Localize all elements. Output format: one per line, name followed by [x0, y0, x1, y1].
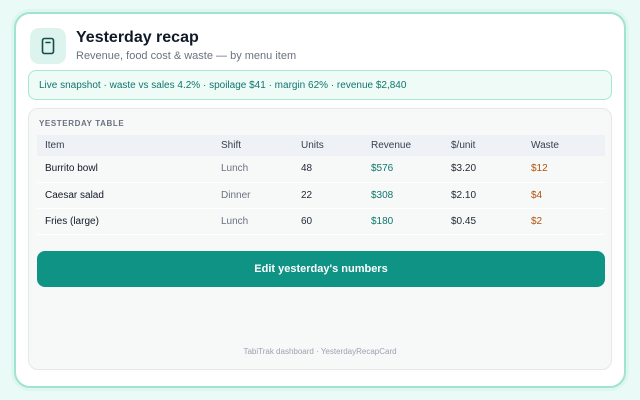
table-label: YESTERDAY TABLE — [39, 119, 125, 128]
cell-item: Caesar salad — [37, 182, 213, 209]
cell-revenue: $576 — [363, 156, 443, 183]
snapshot-text: Live snapshot · waste vs sales 4.2% · sp… — [39, 79, 407, 91]
column-header-units: Units — [301, 140, 324, 151]
column-header-item: Item — [45, 140, 65, 151]
cell-revenue: $308 — [363, 182, 443, 209]
column-header-per-unit: $/unit — [451, 140, 476, 151]
table-row[interactable]: Burrito bowl Lunch 48 $576 $3.20 $12 — [37, 156, 605, 183]
table-header-row: Item Shift Units Revenue $/unit Waste — [37, 135, 605, 156]
footer-caption: TabiTrak dashboard · YesterdayRecapCard — [243, 347, 397, 356]
yesterday-table-panel: YESTERDAY TABLE Item Shift Units Revenue… — [28, 108, 612, 370]
column-header-revenue: Revenue — [371, 140, 412, 151]
recap-table: Item Shift Units Revenue $/unit Waste Bu… — [37, 135, 605, 235]
column-header-shift: Shift — [221, 140, 242, 151]
edit-numbers-button[interactable]: Edit yesterday's numbers — [37, 251, 605, 287]
cell-item: Fries (large) — [37, 208, 213, 235]
cell-units: 60 — [293, 208, 363, 235]
card-header: Yesterday recap Revenue, food cost & was… — [30, 26, 296, 66]
cell-item: Burrito bowl — [37, 156, 213, 183]
cell-shift: Dinner — [213, 182, 293, 209]
cell-units: 48 — [293, 156, 363, 183]
cell-per-unit: $3.20 — [443, 156, 523, 183]
cell-shift: Lunch — [213, 208, 293, 235]
cell-waste: $4 — [523, 182, 605, 209]
cell-waste: $12 — [523, 156, 605, 183]
page-subtitle: Revenue, food cost & waste — by menu ite… — [76, 50, 297, 62]
live-snapshot-banner: Live snapshot · waste vs sales 4.2% · sp… — [28, 70, 612, 100]
cell-waste: $2 — [523, 208, 605, 235]
cell-per-unit: $0.45 — [443, 208, 523, 235]
cell-shift: Lunch — [213, 156, 293, 183]
page-title: Yesterday recap — [76, 29, 199, 46]
clipboard-icon — [30, 28, 66, 64]
column-header-waste: Waste — [531, 140, 559, 151]
cell-units: 22 — [293, 182, 363, 209]
recap-card: Yesterday recap Revenue, food cost & was… — [14, 12, 626, 388]
table-row[interactable]: Fries (large) Lunch 60 $180 $0.45 $2 — [37, 208, 605, 235]
cell-per-unit: $2.10 — [443, 182, 523, 209]
table-row[interactable]: Caesar salad Dinner 22 $308 $2.10 $4 — [37, 182, 605, 209]
cell-revenue: $180 — [363, 208, 443, 235]
